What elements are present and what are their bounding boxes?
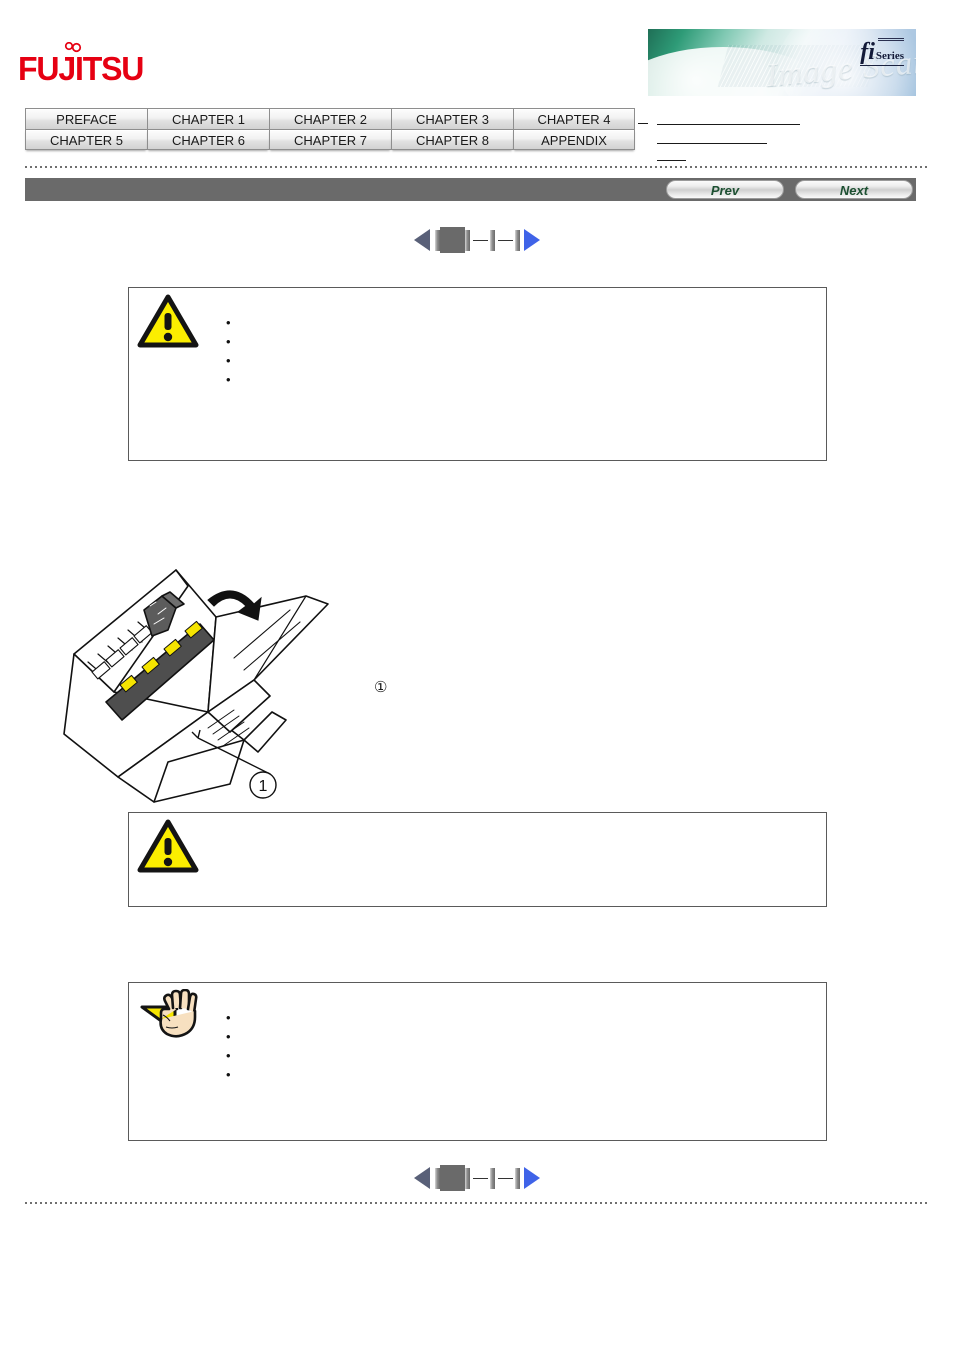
triangle-left-icon[interactable] [414, 229, 430, 251]
figure-callout-label: 1 [259, 778, 268, 795]
warning-box-primary-text [224, 294, 818, 389]
fi-text: fi [860, 39, 875, 65]
tab-chapter-4[interactable]: CHAPTER 4 [513, 108, 635, 129]
nav-toolbar: Prev Next [25, 178, 916, 201]
chapter-tab-bar: PREFACE CHAPTER 1 CHAPTER 2 CHAPTER 3 CH… [25, 108, 637, 150]
fujitsu-logo-text: FUJITSU [18, 50, 144, 87]
tab-chapter-8[interactable]: CHAPTER 8 [391, 129, 513, 150]
warning-bullet-1 [224, 313, 818, 332]
next-button[interactable]: Next [795, 180, 913, 199]
tab-chapter-3[interactable]: CHAPTER 3 [391, 108, 513, 129]
chapter-tab-row-2: CHAPTER 5 CHAPTER 6 CHAPTER 7 CHAPTER 8 … [25, 129, 637, 150]
warning-box-secondary [128, 812, 827, 907]
breadcrumb-line-2[interactable] [657, 143, 767, 144]
tab-chapter-5[interactable]: CHAPTER 5 [25, 129, 147, 150]
step-number-marker: ① [374, 679, 388, 696]
current-page-indicator[interactable] [440, 1165, 465, 1191]
fi-lockup-bars [878, 38, 904, 41]
warning-bullet-2 [224, 332, 818, 351]
fujitsu-logo: FUJITSU [18, 40, 158, 88]
chapter-tab-row-1: PREFACE CHAPTER 1 CHAPTER 2 CHAPTER 3 CH… [25, 108, 637, 129]
warning-bullet-spacer [224, 351, 818, 370]
page-gap-dash-1 [470, 230, 490, 251]
tab-chapter-6[interactable]: CHAPTER 6 [147, 129, 269, 150]
body-paragraph-1 [128, 492, 828, 511]
current-page-indicator[interactable] [440, 227, 465, 253]
body-paragraph-2 [128, 934, 828, 953]
warning-box-secondary-text [224, 819, 818, 838]
hint-bullet-spacer-2 [224, 1046, 818, 1065]
page-navigator-top [0, 227, 954, 253]
caution-triangle-icon [137, 819, 199, 873]
tab-chapter-7[interactable]: CHAPTER 7 [269, 129, 391, 150]
fi-series-banner: Image Scanner fiSeries [648, 29, 916, 96]
warning-box-primary [128, 287, 827, 461]
page-tick-4[interactable] [515, 229, 520, 251]
breadcrumb-line-3[interactable] [657, 160, 686, 161]
triangle-right-icon[interactable] [524, 229, 540, 251]
tab-chapter-1[interactable]: CHAPTER 1 [147, 108, 269, 129]
caution-triangle-icon [137, 294, 199, 348]
hand-attention-icon [140, 989, 198, 1038]
breadcrumb-line-1[interactable] [657, 124, 800, 125]
prev-button[interactable]: Prev [666, 180, 784, 199]
tab-preface[interactable]: PREFACE [25, 108, 147, 129]
warning-heading [224, 294, 818, 313]
page-gap-dash-1 [470, 1168, 490, 1189]
hint-box-text [224, 989, 818, 1084]
warning-2-heading [224, 819, 818, 838]
hint-heading [224, 989, 818, 1008]
triangle-right-icon[interactable] [524, 1167, 540, 1189]
divider-bottom [25, 1202, 929, 1204]
tab-appendix[interactable]: APPENDIX [513, 129, 635, 150]
warning-bullet-3 [224, 370, 818, 389]
triangle-left-icon[interactable] [414, 1167, 430, 1189]
page-navigator-bottom [0, 1165, 954, 1191]
warning-bullets [224, 313, 818, 389]
step-text [398, 678, 828, 697]
fi-series-lockup: fiSeries [860, 38, 904, 66]
hint-bullets [224, 1008, 818, 1084]
hint-bullet-2 [224, 1065, 818, 1084]
page-tick-4[interactable] [515, 1167, 520, 1189]
page-gap-dash-2 [495, 230, 515, 251]
hint-box [128, 982, 827, 1141]
scanner-adf-open-illustration: 1 [63, 569, 329, 803]
breadcrumb [638, 110, 938, 162]
hint-bullet-1 [224, 1008, 818, 1027]
breadcrumb-dash [638, 123, 648, 124]
series-text: Series [875, 50, 904, 62]
page-gap-dash-2 [495, 1168, 515, 1189]
divider-top [25, 166, 929, 168]
tab-chapter-2[interactable]: CHAPTER 2 [269, 108, 391, 129]
hint-bullet-spacer-1 [224, 1027, 818, 1046]
